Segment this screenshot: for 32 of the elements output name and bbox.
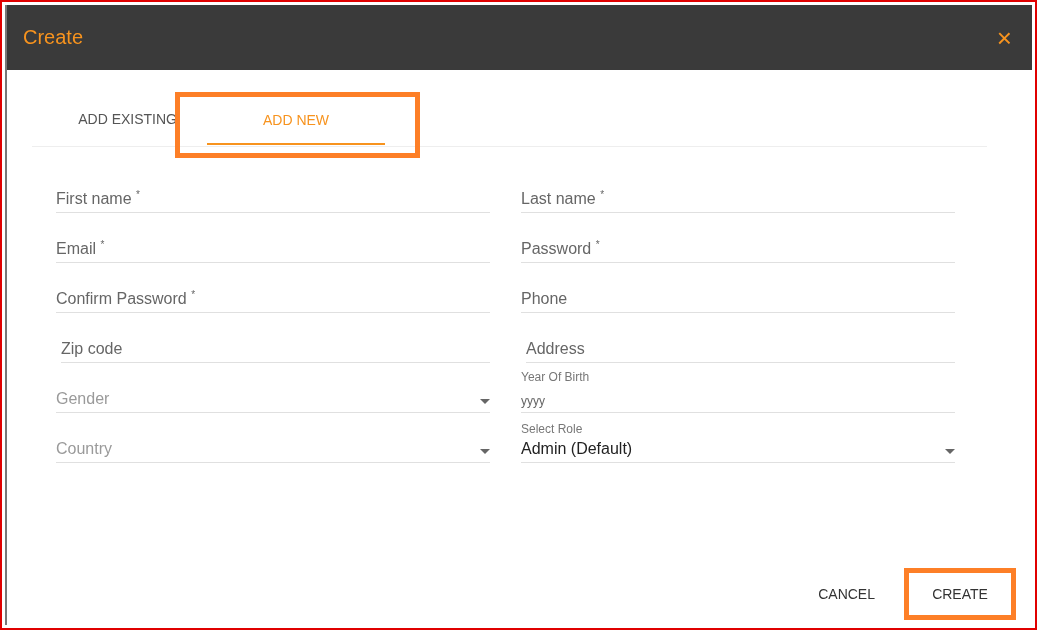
input-field[interactable]: Address: [526, 313, 955, 363]
select-field[interactable]: Select Role Admin (Default): [521, 413, 955, 463]
field-placeholder: yyyy: [521, 394, 546, 410]
input-field[interactable]: Password $^{*}$: [521, 213, 955, 263]
field-placeholder: Email $^{*}$: [56, 238, 106, 259]
select-placeholder: Country: [56, 440, 113, 459]
field-placeholder: Address: [526, 340, 586, 359]
cancel-button[interactable]: CANCEL: [801, 568, 892, 620]
field-placeholder: Last name $^{*}$: [521, 188, 606, 209]
close-button[interactable]: ×: [996, 24, 1012, 51]
field-placeholder: Phone: [521, 290, 569, 309]
input-field[interactable]: Confirm Password $^{*}$: [56, 263, 490, 313]
input-field[interactable]: Year Of Birth yyyy: [521, 363, 955, 413]
input-field[interactable]: Phone: [521, 263, 955, 313]
dropdown-caret-icon: [480, 398, 490, 404]
input-field[interactable]: Last name $^{*}$: [521, 163, 955, 213]
input-field[interactable]: Zip code: [61, 313, 490, 363]
create-button[interactable]: CREATE: [904, 568, 1016, 620]
field-placeholder: Confirm Password $^{*}$: [56, 288, 197, 309]
field-placeholder: Password $^{*}$: [521, 238, 601, 259]
select-value: Admin (Default): [521, 440, 633, 459]
select-placeholder: Gender: [56, 390, 110, 409]
field-placeholder: Zip code: [61, 340, 124, 359]
field-placeholder: First name $^{*}$: [56, 188, 141, 209]
dropdown-caret-icon: [480, 448, 490, 454]
field-label: Select Role: [521, 422, 584, 436]
field-label: Year Of Birth: [521, 370, 591, 384]
tab[interactable]: ADD EXISTING: [32, 96, 177, 144]
input-field[interactable]: First name $^{*}$: [56, 163, 490, 213]
dialog-title: Create: [23, 26, 84, 49]
input-field[interactable]: Email $^{*}$: [56, 213, 490, 263]
dropdown-caret-icon: [945, 448, 955, 454]
